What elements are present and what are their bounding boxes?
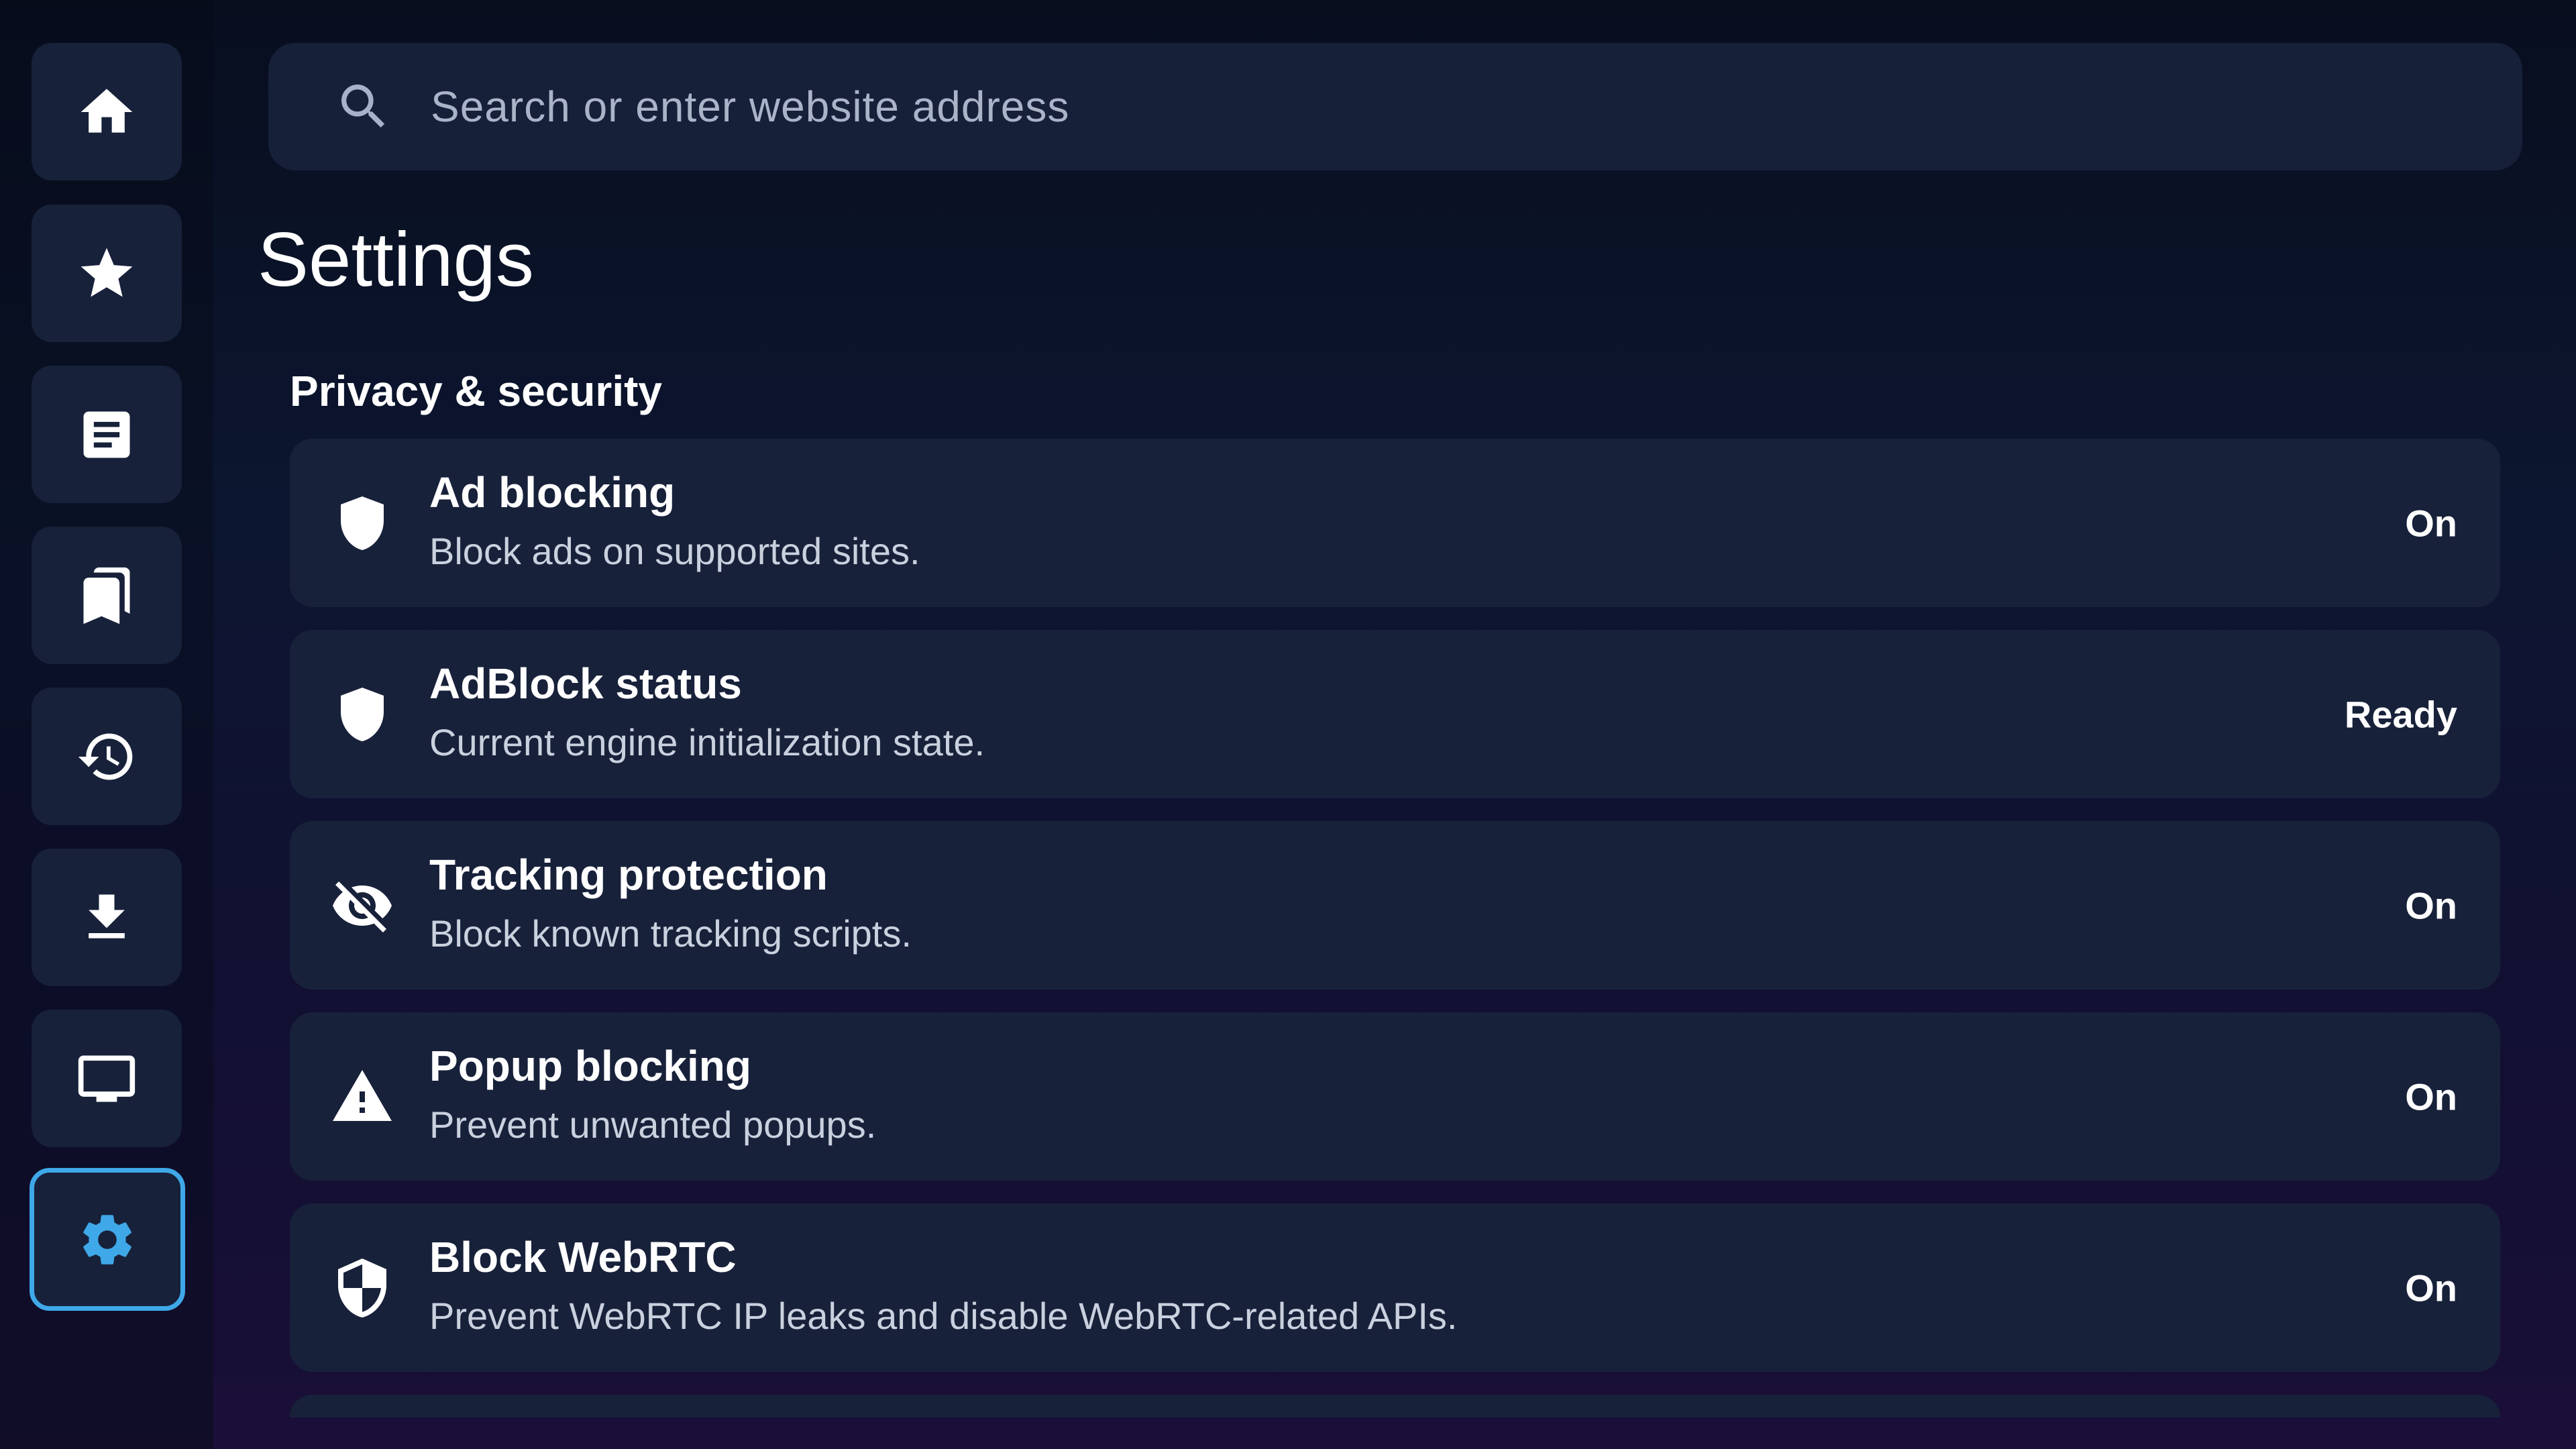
setting-adblock-status[interactable]: AdBlock status Current engine initializa…	[290, 630, 2500, 798]
eye-off-icon	[330, 873, 394, 938]
setting-description: Current engine initialization state.	[429, 721, 985, 763]
bookmarks-icon	[83, 567, 130, 624]
search-icon	[334, 77, 393, 136]
setting-row-partial	[290, 1395, 2500, 1417]
downloads-button[interactable]	[32, 849, 182, 986]
setting-popup-blocking[interactable]: Popup blocking Prevent unwanted popups. …	[290, 1012, 2500, 1181]
history-button[interactable]	[32, 688, 182, 825]
reading-list-button[interactable]	[32, 366, 182, 503]
article-icon	[83, 411, 130, 458]
tv-button[interactable]	[32, 1010, 182, 1147]
setting-value: On	[2405, 502, 2457, 544]
setting-description: Block known tracking scripts.	[429, 912, 912, 955]
section-title: Privacy & security	[290, 367, 662, 415]
collections-button[interactable]	[32, 527, 182, 664]
home-button[interactable]	[32, 43, 182, 180]
setting-value: On	[2405, 884, 2457, 926]
setting-value: Ready	[2344, 693, 2457, 735]
home-icon	[80, 89, 133, 133]
gear-icon	[83, 1214, 131, 1265]
setting-block-webrtc[interactable]: Block WebRTC Prevent WebRTC IP leaks and…	[290, 1203, 2500, 1372]
navigation-rail	[0, 0, 213, 1449]
setting-title: Popup blocking	[429, 1042, 751, 1090]
tv-icon	[78, 1055, 136, 1102]
settings-button[interactable]	[30, 1168, 185, 1311]
star-icon	[80, 248, 133, 297]
shield-icon	[330, 682, 394, 747]
setting-description: Block ads on supported sites.	[429, 530, 920, 572]
setting-value: On	[2405, 1075, 2457, 1118]
bookmarks-button[interactable]	[32, 205, 182, 342]
history-icon	[78, 733, 133, 780]
setting-description: Prevent WebRTC IP leaks and disable WebR…	[429, 1295, 1458, 1337]
setting-value: On	[2405, 1267, 2457, 1309]
settings-list: Ad blocking Block ads on supported sites…	[290, 439, 2500, 1417]
shield-half-icon	[330, 1256, 394, 1320]
setting-ad-blocking[interactable]: Ad blocking Block ads on supported sites…	[290, 439, 2500, 607]
setting-title: Block WebRTC	[429, 1233, 737, 1281]
setting-title: Tracking protection	[429, 851, 828, 899]
warning-icon	[330, 1065, 394, 1129]
download-icon	[89, 894, 125, 938]
page-title: Settings	[258, 217, 534, 303]
search-input[interactable]	[429, 43, 2482, 170]
setting-title: AdBlock status	[429, 659, 742, 708]
setting-title: Ad blocking	[429, 468, 676, 517]
setting-tracking-protection[interactable]: Tracking protection Block known tracking…	[290, 821, 2500, 989]
shield-icon	[330, 491, 394, 555]
setting-description: Prevent unwanted popups.	[429, 1104, 877, 1146]
address-bar[interactable]	[268, 43, 2522, 170]
